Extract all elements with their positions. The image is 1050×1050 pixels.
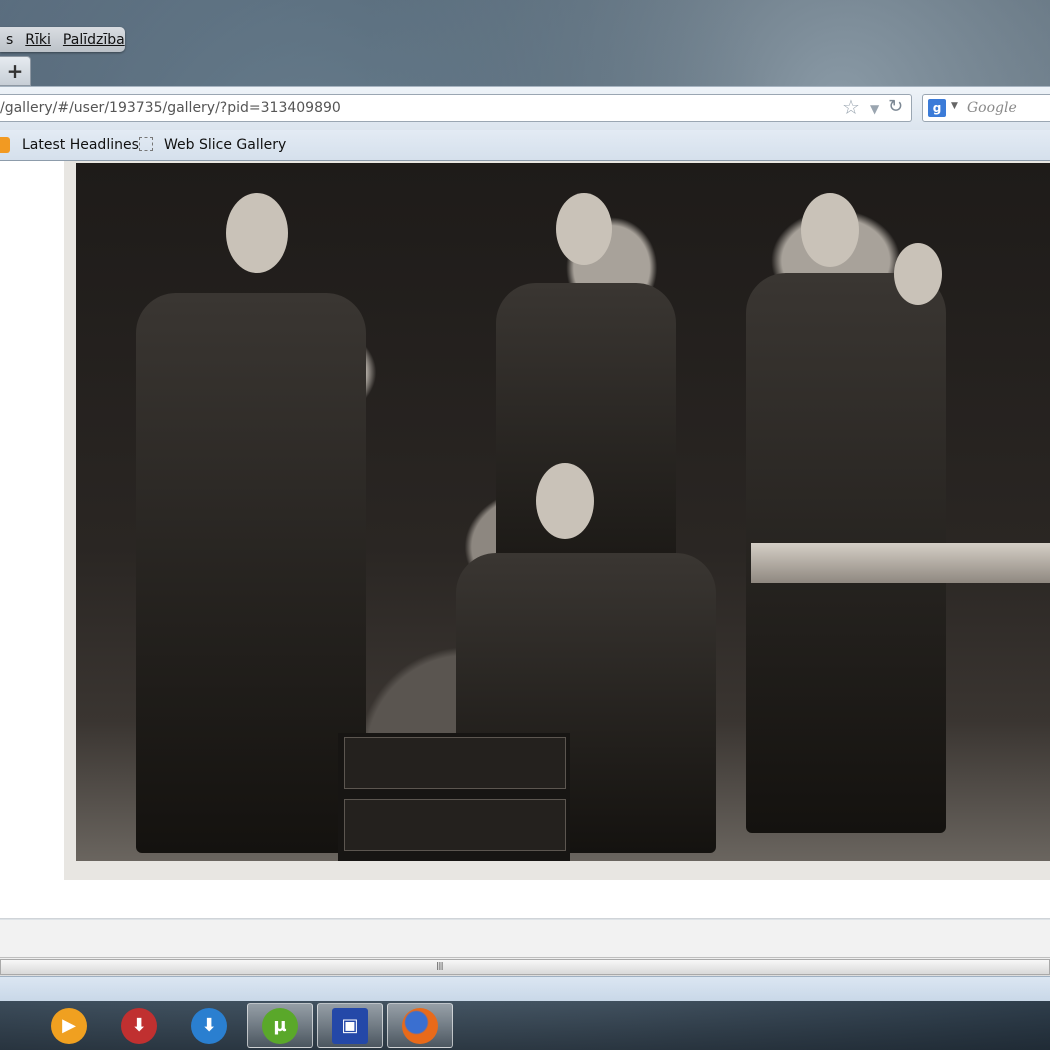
chevron-down-icon[interactable]: ▼ — [951, 101, 958, 111]
scrollbar-thumb[interactable]: III — [0, 959, 1050, 975]
photo-amplifiers — [338, 733, 570, 861]
taskbar-button-firefox[interactable] — [387, 1003, 453, 1048]
taskbar-button-utorrent[interactable]: µ — [247, 1003, 313, 1048]
star-icon[interactable]: ☆ — [842, 95, 860, 119]
gallery-photo[interactable] — [76, 163, 1050, 861]
taskbar-button-save[interactable]: ▣ — [317, 1003, 383, 1048]
rss-icon — [0, 137, 10, 153]
taskbar-button-download-tool[interactable]: ⬇ — [106, 1003, 172, 1048]
page-content — [0, 161, 1050, 919]
taskbar: ▶ ⬇ ⬇ µ ▣ — [0, 1001, 1050, 1050]
photo-amplifier — [344, 737, 566, 789]
url-bar[interactable]: /gallery/#/user/193735/gallery/?pid=3134… — [0, 94, 912, 122]
photo-amplifier — [344, 799, 566, 851]
new-tab-button[interactable]: + — [0, 56, 31, 86]
google-engine-icon[interactable]: g — [928, 99, 946, 117]
url-text[interactable]: /gallery/#/user/193735/gallery/?pid=3134… — [0, 100, 341, 116]
photo-figure-head — [556, 193, 612, 265]
bookmark-latest-headlines[interactable]: Latest Headlines — [22, 137, 139, 153]
bookmark-web-slice-gallery[interactable]: Web Slice Gallery — [164, 137, 286, 153]
search-bar[interactable]: g ▼ Google — [922, 94, 1050, 122]
menu-item-tools[interactable]: Rīki — [19, 32, 57, 48]
taskbar-button-download-manager[interactable]: ⬇ — [176, 1003, 242, 1048]
web-slice-icon — [139, 137, 153, 151]
menu-bar: s Rīki Palīdzība — [0, 27, 125, 52]
horizontal-scrollbar[interactable]: III — [0, 957, 1050, 977]
download-manager-icon: ⬇ — [191, 1007, 227, 1044]
photo-figure-head — [801, 193, 859, 267]
firefox-icon — [402, 1007, 438, 1044]
menu-item-help-label: Palīdzība — [62, 31, 125, 48]
menu-item-partial[interactable]: s — [0, 32, 19, 48]
taskbar-button-media-player[interactable]: ▶ — [36, 1003, 102, 1048]
floppy-save-icon: ▣ — [332, 1007, 368, 1044]
grip-icon: III — [436, 960, 444, 973]
search-input[interactable]: Google — [967, 100, 1017, 116]
download-tool-icon: ⬇ — [121, 1007, 157, 1044]
status-bar — [0, 976, 1050, 1001]
page-lower-strip — [0, 919, 1050, 958]
reload-icon[interactable]: ↻ — [888, 96, 903, 117]
history-dropdown-icon[interactable]: ▼ — [870, 102, 879, 116]
taskbar-button-partial[interactable] — [0, 1003, 16, 1048]
utorrent-icon: µ — [262, 1007, 298, 1044]
plus-icon: + — [6, 59, 24, 83]
photo-figure — [136, 293, 366, 853]
photo-figure-head — [894, 243, 942, 305]
navigation-toolbar: /gallery/#/user/193735/gallery/?pid=3134… — [0, 86, 1050, 131]
photo-frame — [64, 161, 1050, 880]
menu-item-tools-label: Rīki — [25, 31, 51, 48]
media-player-icon: ▶ — [51, 1007, 87, 1044]
bookmarks-toolbar: Latest Headlines Web Slice Gallery — [0, 130, 1050, 161]
photo-figure-head — [226, 193, 288, 273]
photo-keyboard — [751, 543, 1050, 583]
photo-figure-head — [536, 463, 594, 539]
menu-item-help[interactable]: Palīdzība — [57, 32, 131, 48]
